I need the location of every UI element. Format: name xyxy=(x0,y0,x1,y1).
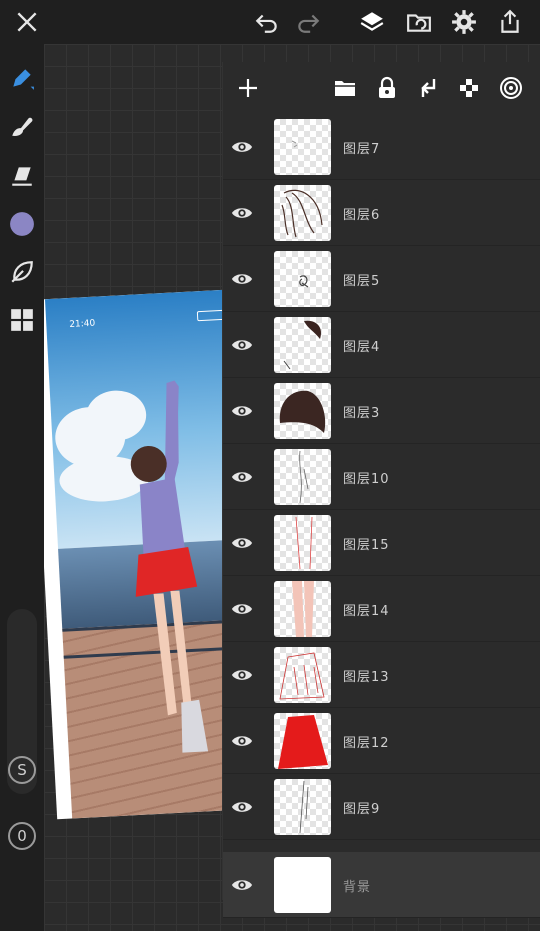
visibility-eye-icon[interactable] xyxy=(229,200,255,226)
layer-thumbnail xyxy=(274,713,331,769)
eraser-icon[interactable] xyxy=(6,160,38,192)
layer-row[interactable]: 图层6 xyxy=(223,180,540,246)
app-window: 21:40 S 0 图层7 图层6 图层5 图层4 图层3 图层10 图层15 … xyxy=(0,0,540,931)
grid-view-icon[interactable] xyxy=(6,304,38,336)
reference-icon[interactable] xyxy=(497,74,525,102)
layer-name: 图层3 xyxy=(343,406,381,421)
layer-row[interactable]: 图层12 xyxy=(223,708,540,774)
layer-row[interactable]: 图层15 xyxy=(223,510,540,576)
layer-row[interactable]: 图层5 xyxy=(223,246,540,312)
top-toolbar xyxy=(0,0,540,44)
layer-thumbnail xyxy=(274,779,331,835)
visibility-eye-icon[interactable] xyxy=(229,728,255,754)
left-toolbar: S 0 xyxy=(0,44,44,931)
layer-thumbnail xyxy=(274,647,331,703)
merge-down-icon[interactable] xyxy=(414,74,442,102)
redo-icon[interactable] xyxy=(292,6,324,38)
layer-row[interactable]: 背景 xyxy=(223,852,540,918)
artwork-status-time: 21:40 xyxy=(69,318,96,330)
share-icon[interactable] xyxy=(494,6,526,38)
layer-thumbnail xyxy=(274,119,331,175)
layer-name: 图层5 xyxy=(343,274,381,289)
layers-icon[interactable] xyxy=(356,6,388,38)
close-icon[interactable] xyxy=(11,6,43,38)
visibility-eye-icon[interactable] xyxy=(229,530,255,556)
alpha-lock-icon[interactable] xyxy=(455,74,483,102)
settings-icon[interactable] xyxy=(448,6,480,38)
visibility-eye-icon[interactable] xyxy=(229,332,255,358)
smudge-icon[interactable] xyxy=(6,110,38,142)
layer-thumbnail xyxy=(274,515,331,571)
layer-row[interactable]: 图层9 xyxy=(223,774,540,840)
layer-row[interactable]: 图层4 xyxy=(223,312,540,378)
layer-thumbnail xyxy=(274,857,331,913)
layer-name: 背景 xyxy=(343,880,372,895)
layer-thumbnail xyxy=(274,383,331,439)
layer-name: 图层10 xyxy=(343,472,390,487)
layer-name: 图层7 xyxy=(343,142,381,157)
s-button[interactable]: S xyxy=(8,756,36,784)
layer-name: 图层14 xyxy=(343,604,390,619)
layer-name: 图层9 xyxy=(343,802,381,817)
layer-name: 图层4 xyxy=(343,340,381,355)
add-layer-icon[interactable] xyxy=(234,74,262,102)
leaf-brush-icon[interactable] xyxy=(6,256,38,288)
folder-icon[interactable] xyxy=(331,74,359,102)
visibility-eye-icon[interactable] xyxy=(229,134,255,160)
layer-thumbnail xyxy=(274,185,331,241)
zero-button[interactable]: 0 xyxy=(8,822,36,850)
layer-row[interactable]: 图层10 xyxy=(223,444,540,510)
layer-thumbnail xyxy=(274,317,331,373)
visibility-eye-icon[interactable] xyxy=(229,596,255,622)
color-swatch[interactable] xyxy=(6,208,38,240)
visibility-eye-icon[interactable] xyxy=(229,266,255,292)
layer-thumbnail xyxy=(274,449,331,505)
visibility-eye-icon[interactable] xyxy=(229,794,255,820)
layer-row[interactable]: 图层3 xyxy=(223,378,540,444)
artwork-girl xyxy=(130,380,211,756)
visibility-eye-icon[interactable] xyxy=(229,398,255,424)
layers-panel: 图层7 图层6 图层5 图层4 图层3 图层10 图层15 图层14 图层13 … xyxy=(222,62,540,918)
layer-row[interactable]: 图层14 xyxy=(223,576,540,642)
layer-row[interactable]: 图层13 xyxy=(223,642,540,708)
undo-icon[interactable] xyxy=(251,6,283,38)
visibility-eye-icon[interactable] xyxy=(229,464,255,490)
layer-name: 图层12 xyxy=(343,736,390,751)
layer-row[interactable]: 图层7 xyxy=(223,114,540,180)
layer-thumbnail xyxy=(274,581,331,637)
layer-name: 图层15 xyxy=(343,538,390,553)
layer-thumbnail xyxy=(274,251,331,307)
layer-name: 图层13 xyxy=(343,670,390,685)
layers-toolbar xyxy=(223,62,540,114)
visibility-eye-icon[interactable] xyxy=(229,872,255,898)
pen-icon[interactable] xyxy=(6,62,38,94)
visibility-eye-icon[interactable] xyxy=(229,662,255,688)
gallery-icon[interactable] xyxy=(403,6,435,38)
lock-icon[interactable] xyxy=(373,74,401,102)
layer-name: 图层6 xyxy=(343,208,381,223)
